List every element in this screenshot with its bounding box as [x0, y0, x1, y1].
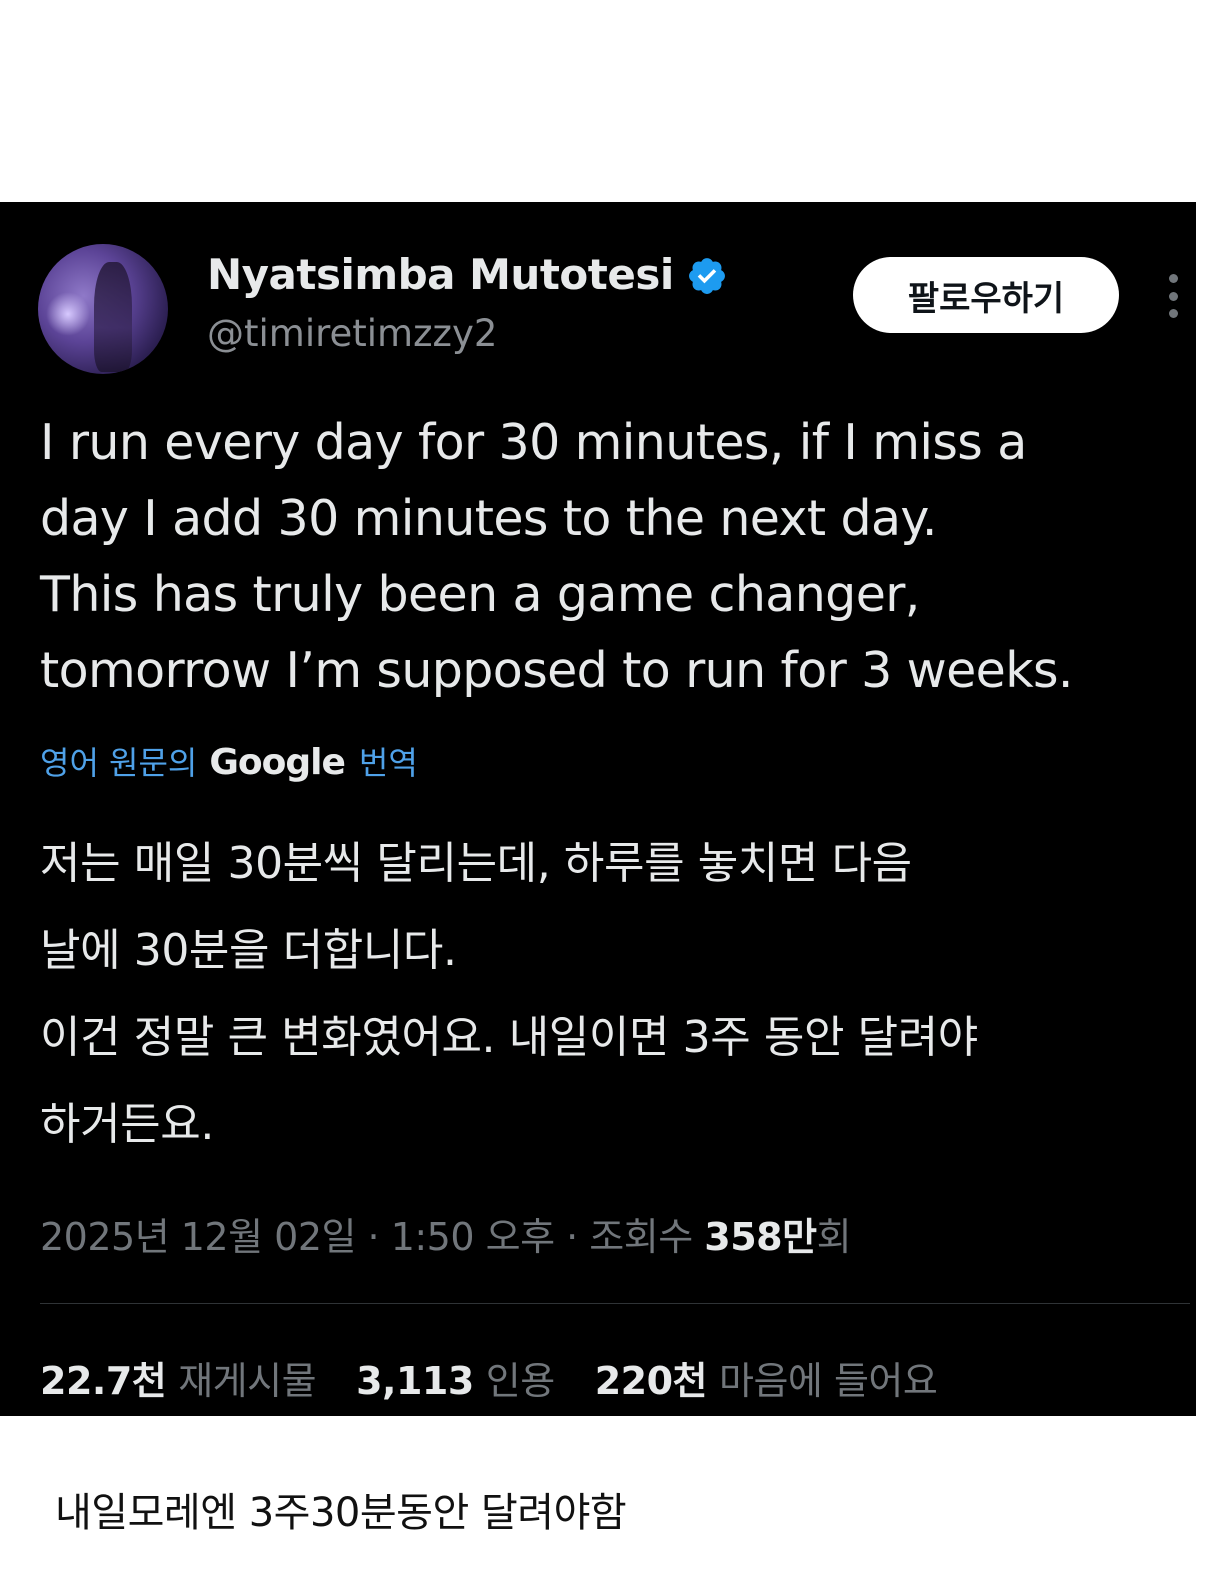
translation-attribution[interactable]: 영어 원문의 Google 번역 — [40, 738, 418, 784]
tweet-time[interactable]: 1:50 오후 — [391, 1215, 555, 1259]
more-options-icon[interactable] — [1158, 268, 1188, 324]
verified-badge-icon — [689, 258, 725, 294]
translated-tweet-text: 저는 매일 30분씩 달리는데, 하루를 놓치면 다음 날에 30분을 더합니다… — [40, 838, 978, 1150]
likes-count: 220천 — [594, 1359, 708, 1403]
author-display-name[interactable]: Nyatsimba Mutotesi — [207, 250, 674, 299]
likes-label: 마음에 들어요 — [718, 1359, 938, 1403]
engagement-stats: 22.7천 재게시물 3,113 인용 220천 마음에 들어요 — [40, 1350, 977, 1405]
translation-source-label[interactable]: 영어 원문의 — [40, 738, 197, 784]
follow-button[interactable]: 팔로우하기 — [853, 257, 1119, 333]
author-handle[interactable]: @timiretimzzy2 — [207, 312, 497, 355]
quotes-count: 3,113 — [356, 1359, 474, 1403]
post-caption: 내일모레엔 3주30분동안 달려야함 — [55, 1490, 627, 1536]
avatar-figure — [94, 262, 132, 372]
more-dot — [1168, 274, 1178, 283]
views-suffix: 회 — [816, 1215, 852, 1259]
quotes-label: 인용 — [485, 1359, 555, 1403]
stat-quotes[interactable]: 3,113 인용 — [356, 1350, 555, 1405]
reposts-count: 22.7천 — [40, 1359, 167, 1403]
tweet-text: I run every day for 30 minutes, if I mis… — [40, 414, 1074, 699]
stat-reposts[interactable]: 22.7천 재게시물 — [40, 1350, 317, 1405]
avatar-glow — [46, 292, 90, 336]
reposts-label: 재게시물 — [178, 1359, 317, 1403]
views-count: 358만 — [704, 1215, 817, 1259]
meta-separator: · — [355, 1215, 391, 1259]
translation-label[interactable]: 번역 — [359, 738, 418, 784]
tweet-meta: 2025년 12월 02일 · 1:50 오후 · 조회수 358만회 — [40, 1206, 852, 1261]
views-label: 조회수 — [589, 1215, 705, 1259]
divider — [40, 1303, 1190, 1304]
stat-likes[interactable]: 220천 마음에 들어요 — [595, 1350, 938, 1405]
google-logo: Google — [209, 742, 346, 783]
page: Nyatsimba Mutotesi @timiretimzzy2 팔로우하기 … — [0, 0, 1206, 1583]
meta-separator: · — [554, 1215, 590, 1259]
more-dot — [1168, 291, 1178, 301]
more-dot — [1168, 309, 1178, 318]
tweet-date[interactable]: 2025년 12월 02일 — [40, 1215, 356, 1259]
avatar[interactable] — [38, 244, 168, 374]
